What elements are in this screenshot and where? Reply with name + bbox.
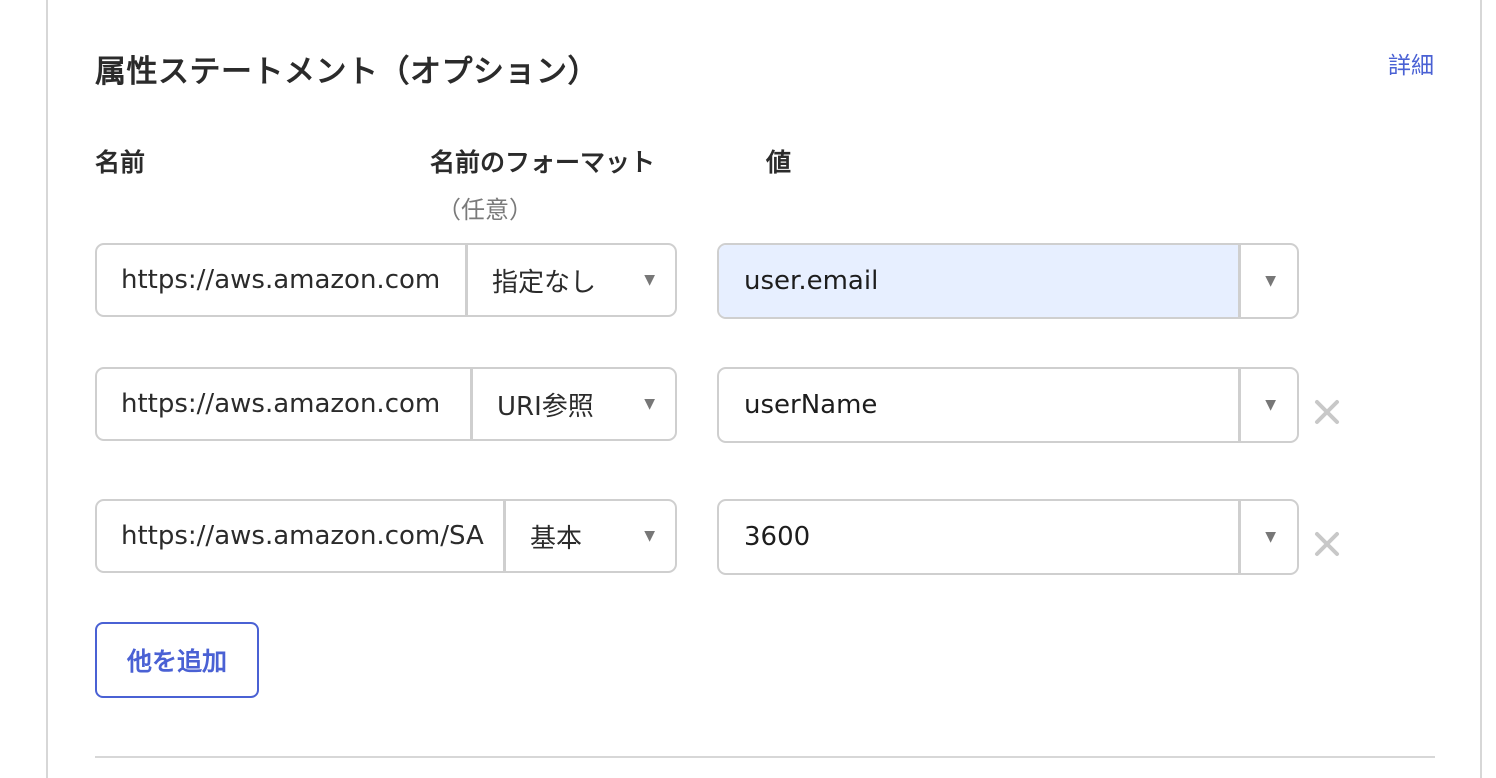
attribute-row-1-value-group: user.email ▼ <box>717 243 1299 319</box>
attribute-value-input[interactable]: user.email <box>719 245 1241 317</box>
close-icon <box>1315 400 1339 424</box>
section-title: 属性ステートメント（オプション） <box>95 54 599 90</box>
value-dropdown-toggle[interactable]: ▼ <box>1241 501 1297 573</box>
remove-row-button[interactable] <box>1313 530 1341 558</box>
attribute-name-input[interactable]: https://aws.amazon.com <box>97 245 465 315</box>
chevron-down-icon: ▼ <box>644 272 655 288</box>
name-format-selected-value: 指定なし <box>492 267 597 298</box>
attribute-row-3-value-group: 3600 ▼ <box>717 499 1299 575</box>
chevron-down-icon: ▼ <box>1265 397 1276 413</box>
value-dropdown-toggle[interactable]: ▼ <box>1241 245 1297 317</box>
attribute-row-2-value-group: userName ▼ <box>717 367 1299 443</box>
column-header-value: 値 <box>766 148 792 177</box>
name-format-selected-value: URI参照 <box>497 391 594 422</box>
attribute-value-input[interactable]: userName <box>719 369 1241 441</box>
column-header-name-format-optional: （任意） <box>437 196 533 224</box>
attribute-row-3-name-format-group: https://aws.amazon.com/SA 基本 ▼ <box>95 499 677 573</box>
close-icon <box>1315 532 1339 556</box>
chevron-down-icon: ▼ <box>1265 273 1276 289</box>
remove-row-button[interactable] <box>1313 398 1341 426</box>
chevron-down-icon: ▼ <box>1265 529 1276 545</box>
value-dropdown-toggle[interactable]: ▼ <box>1241 369 1297 441</box>
attribute-row-2-name-format-group: https://aws.amazon.com URI参照 ▼ <box>95 367 677 441</box>
attribute-name-input[interactable]: https://aws.amazon.com/SA <box>97 501 503 571</box>
column-header-name: 名前 <box>95 148 146 177</box>
name-format-selected-value: 基本 <box>530 523 583 554</box>
name-format-select[interactable]: 基本 ▼ <box>503 501 675 571</box>
add-another-button[interactable]: 他を追加 <box>95 622 259 698</box>
attribute-row-1-name-format-group: https://aws.amazon.com 指定なし ▼ <box>95 243 677 317</box>
attribute-name-input[interactable]: https://aws.amazon.com <box>97 369 470 439</box>
name-format-select[interactable]: URI参照 ▼ <box>470 369 675 439</box>
name-format-select[interactable]: 指定なし ▼ <box>465 245 675 315</box>
attribute-value-input[interactable]: 3600 <box>719 501 1241 573</box>
column-header-name-format: 名前のフォーマット <box>430 148 656 177</box>
section-divider <box>95 756 1435 758</box>
details-link[interactable]: 詳細 <box>1388 46 1434 80</box>
chevron-down-icon: ▼ <box>644 396 655 412</box>
chevron-down-icon: ▼ <box>644 528 655 544</box>
